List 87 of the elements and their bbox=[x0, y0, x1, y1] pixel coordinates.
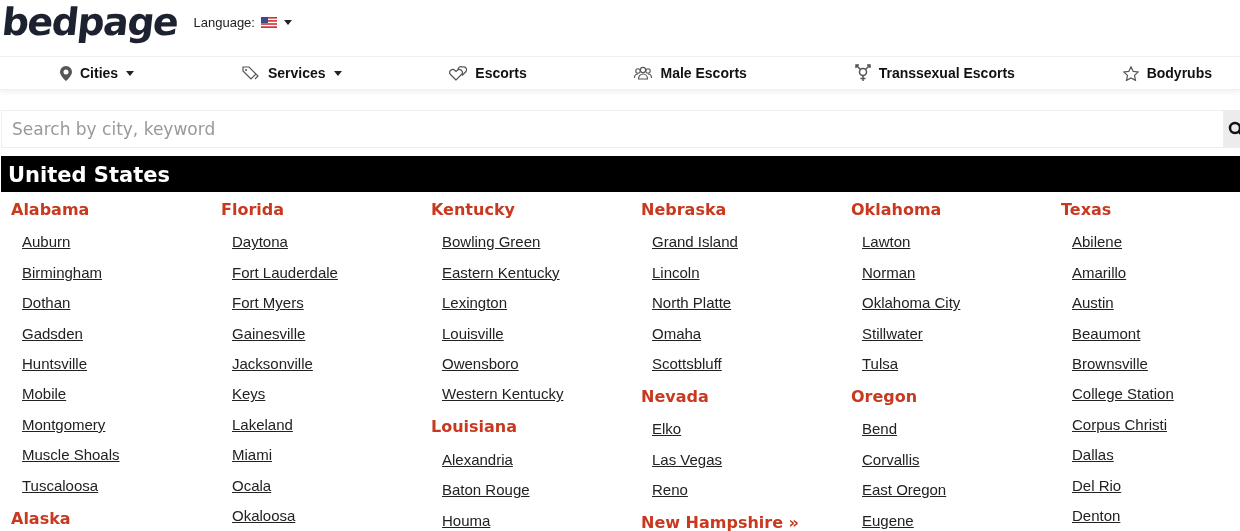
city-link[interactable]: Grand Island bbox=[652, 232, 738, 253]
state-link[interactable]: Oregon bbox=[851, 386, 918, 407]
search-icon bbox=[1228, 121, 1240, 137]
city-link[interactable]: Austin bbox=[1072, 293, 1114, 314]
state-link[interactable]: Alaska bbox=[11, 508, 71, 529]
city-link[interactable]: Gadsden bbox=[22, 323, 83, 344]
city-link[interactable]: Las Vegas bbox=[652, 449, 723, 470]
city-link[interactable]: Western Kentucky bbox=[442, 384, 564, 405]
state-link[interactable]: New Hampshire » bbox=[641, 513, 799, 531]
nav-link[interactable]: Transsexual Escorts bbox=[854, 64, 1015, 82]
city-link[interactable]: Huntsville bbox=[22, 353, 88, 374]
city-link[interactable]: Eugene bbox=[862, 510, 914, 531]
city-link[interactable]: Gainesville bbox=[232, 323, 306, 344]
hearts-icon bbox=[449, 65, 468, 81]
map-pin-icon bbox=[60, 65, 72, 81]
state-link[interactable]: Kentucky bbox=[431, 200, 515, 220]
city-link[interactable]: Okaloosa bbox=[232, 505, 296, 526]
gender-symbol-icon bbox=[854, 64, 871, 82]
city-link[interactable]: Baton Rouge bbox=[442, 480, 530, 501]
city-link[interactable]: Elko bbox=[652, 419, 682, 440]
city-link[interactable]: Owensboro bbox=[442, 353, 519, 374]
star-icon bbox=[1122, 65, 1139, 81]
city-link[interactable]: Tulsa bbox=[862, 353, 899, 374]
city-link[interactable]: Bend bbox=[862, 419, 898, 440]
site-logo[interactable]: bedpage bbox=[0, 0, 180, 44]
nav-link[interactable]: Cities bbox=[60, 65, 135, 81]
city-link[interactable]: Oklahoma City bbox=[862, 293, 961, 314]
city-link[interactable]: Norman bbox=[862, 262, 916, 283]
people-icon bbox=[634, 66, 653, 80]
state-link[interactable]: Florida bbox=[221, 200, 285, 220]
city-link[interactable]: College Station bbox=[1072, 384, 1174, 405]
city-link[interactable]: Brownsville bbox=[1072, 353, 1148, 374]
tags-icon bbox=[241, 66, 260, 80]
city-link[interactable]: Alexandria bbox=[442, 449, 513, 470]
city-link[interactable]: Houma bbox=[442, 510, 491, 531]
state-link[interactable]: Oklahoma bbox=[851, 200, 942, 220]
city-link[interactable]: Ocala bbox=[232, 475, 272, 496]
city-link[interactable]: Fort Myers bbox=[232, 293, 304, 314]
city-link[interactable]: Eastern Kentucky bbox=[442, 262, 560, 283]
city-link[interactable]: Stillwater bbox=[862, 323, 923, 344]
city-link[interactable]: Auburn bbox=[22, 232, 71, 253]
city-link[interactable]: Lakeland bbox=[232, 414, 293, 435]
city-link[interactable]: Muscle Shoals bbox=[22, 445, 120, 466]
city-link[interactable]: Amarillo bbox=[1072, 262, 1127, 283]
us-flag-icon bbox=[260, 16, 277, 28]
city-link[interactable]: Beaumont bbox=[1072, 323, 1141, 344]
city-link[interactable]: East Oregon bbox=[862, 480, 947, 501]
city-link[interactable]: Dothan bbox=[22, 293, 71, 314]
city-link[interactable]: Scottsbluff bbox=[652, 353, 722, 374]
state-link[interactable]: Nevada bbox=[641, 386, 709, 407]
city-link[interactable]: Abilene bbox=[1072, 232, 1123, 253]
language-label: Language: bbox=[193, 14, 255, 30]
city-link[interactable]: Corvallis bbox=[862, 449, 920, 470]
language-selector[interactable] bbox=[260, 16, 292, 28]
city-link[interactable]: Jacksonville bbox=[232, 353, 313, 374]
city-link[interactable]: Lexington bbox=[442, 293, 508, 314]
city-link[interactable]: Birmingham bbox=[22, 262, 103, 283]
city-link[interactable]: Tuscaloosa bbox=[22, 475, 99, 496]
search-field[interactable]: Search by city, keyword bbox=[1, 110, 1224, 148]
state-link[interactable]: Nebraska bbox=[641, 200, 727, 220]
city-link[interactable]: Reno bbox=[652, 480, 688, 501]
nav-link[interactable]: Services bbox=[241, 65, 342, 81]
caret-icon bbox=[283, 19, 292, 25]
city-link[interactable]: Montgomery bbox=[22, 414, 106, 435]
city-link[interactable]: Louisville bbox=[442, 323, 504, 344]
nav-link[interactable]: Escorts bbox=[449, 65, 527, 81]
city-link[interactable]: Keys bbox=[232, 384, 266, 405]
city-link[interactable]: Miami bbox=[232, 445, 272, 466]
state-link[interactable]: Texas bbox=[1061, 200, 1112, 220]
city-link[interactable]: Lincoln bbox=[652, 262, 700, 283]
section-title: United States bbox=[1, 156, 1240, 192]
nav-link[interactable]: Male Escorts bbox=[634, 65, 747, 81]
city-link[interactable]: Corpus Christi bbox=[1072, 414, 1168, 435]
state-link[interactable]: Louisiana bbox=[431, 417, 518, 438]
city-link[interactable]: Fort Lauderdale bbox=[232, 262, 338, 283]
city-link[interactable]: Dallas bbox=[1072, 445, 1114, 466]
city-link[interactable]: Denton bbox=[1072, 505, 1121, 526]
city-link[interactable]: Daytona bbox=[232, 232, 288, 253]
city-link[interactable]: Omaha bbox=[652, 323, 702, 344]
city-link[interactable]: Del Rio bbox=[1072, 475, 1122, 496]
city-link[interactable]: Bowling Green bbox=[442, 232, 541, 253]
city-link[interactable]: Mobile bbox=[22, 384, 67, 405]
nav-link[interactable]: Bodyrubs bbox=[1122, 65, 1212, 81]
state-link[interactable]: Alabama bbox=[11, 200, 90, 220]
search-button[interactable] bbox=[1224, 110, 1240, 148]
city-link[interactable]: Lawton bbox=[862, 232, 911, 253]
city-link[interactable]: North Platte bbox=[652, 293, 732, 314]
